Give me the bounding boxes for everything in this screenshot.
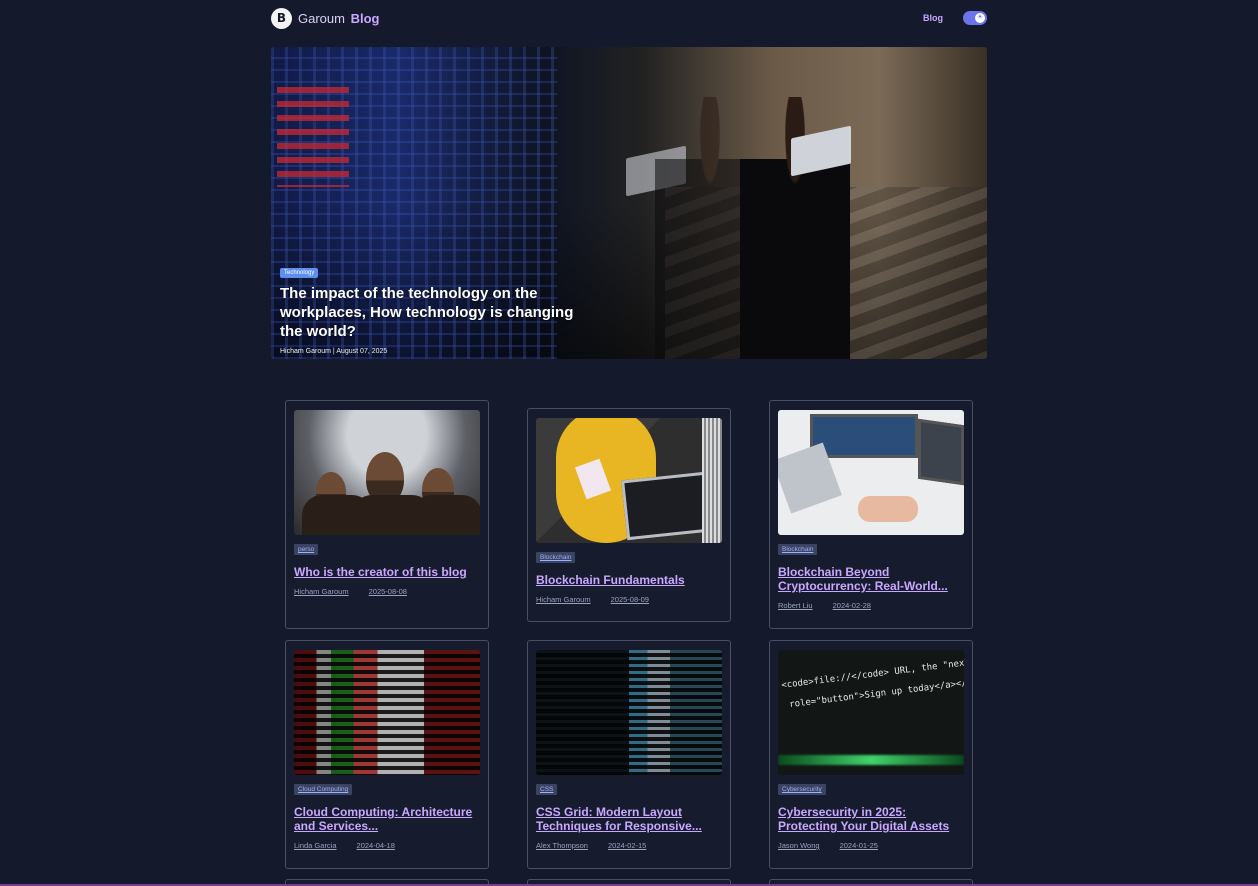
hero-separator: | <box>332 348 335 355</box>
featured-post[interactable]: Technology The impact of the technology … <box>271 47 987 359</box>
post-meta: Hicham Garoum 2025-08-09 <box>536 595 722 604</box>
brand-name-highlight: Blog <box>350 10 380 26</box>
thumb-code-text: <code>file://</code> URL, the "next" rol… <box>780 657 964 711</box>
brand-name: Garoum Blog <box>298 11 379 26</box>
hero-meta: Hicham Garoum | August 07, 2025 <box>280 348 580 355</box>
hero-image-detail <box>277 87 349 187</box>
post-title[interactable]: Cloud Computing: Architecture and Servic… <box>294 805 480 833</box>
thumb-glow <box>778 755 964 765</box>
hero-category-tag[interactable]: Technology <box>280 268 319 278</box>
post-date[interactable]: 2024-02-15 <box>608 841 646 850</box>
post-meta: Hicham Garoum 2025-08-08 <box>294 587 480 596</box>
theme-toggle[interactable]: ☀ <box>963 11 987 25</box>
post-title[interactable]: Blockchain Beyond Cryptocurrency: Real-W… <box>778 565 964 593</box>
post-card[interactable]: <code>file://</code> URL, the "next" rol… <box>769 640 973 869</box>
post-meta: Alex Thompson 2024-02-15 <box>536 841 722 850</box>
post-meta: Robert Liu 2024-02-28 <box>778 601 964 610</box>
thumb-monitor <box>918 418 964 486</box>
thumb-laptop <box>621 471 711 541</box>
post-date[interactable]: 2024-04-18 <box>357 841 395 850</box>
post-title[interactable]: Who is the creator of this blog <box>294 565 480 579</box>
post-date[interactable]: 2024-01-25 <box>840 841 878 850</box>
brand-name-text: Garoum <box>298 10 345 26</box>
site-header: B Garoum Blog Blog ☀ <box>271 6 987 30</box>
post-category-tag[interactable]: perso <box>294 544 319 555</box>
post-category-tag[interactable]: Blockchain <box>536 552 576 563</box>
post-title[interactable]: Cybersecurity in 2025: Protecting Your D… <box>778 805 964 833</box>
post-date[interactable]: 2024-02-28 <box>833 601 871 610</box>
post-author[interactable]: Jason Wong <box>778 841 820 850</box>
nav-blog-link[interactable]: Blog <box>923 13 943 23</box>
post-author[interactable]: Robert Liu <box>778 601 813 610</box>
post-category-tag[interactable]: Cybersecurity <box>778 784 826 795</box>
post-meta: Jason Wong 2024-01-25 <box>778 841 964 850</box>
post-meta: Linda Garcia 2024-04-18 <box>294 841 480 850</box>
nav-right: Blog ☀ <box>923 11 987 25</box>
thumb-code-lines <box>536 650 722 775</box>
hero-date: August 07, 2025 <box>336 348 388 355</box>
post-card[interactable]: Blockchain Blockchain Fundamentals Hicha… <box>527 408 731 622</box>
sun-icon: ☀ <box>975 13 985 23</box>
post-card[interactable]: perso Who is the creator of this blog Hi… <box>285 400 489 629</box>
thumb-code-lines <box>294 650 480 775</box>
brand-link[interactable]: B Garoum Blog <box>271 7 379 29</box>
post-card[interactable]: CSS CSS Grid: Modern Layout Techniques f… <box>527 640 731 869</box>
thumb-blinds <box>702 418 722 543</box>
post-author[interactable]: Alex Thompson <box>536 841 588 850</box>
post-thumbnail[interactable] <box>778 410 964 535</box>
logo-icon: B <box>271 7 292 29</box>
post-category-tag[interactable]: CSS <box>536 784 558 795</box>
post-thumbnail[interactable]: <code>file://</code> URL, the "next" rol… <box>778 650 964 775</box>
post-thumbnail[interactable] <box>536 418 722 543</box>
thumb-hands <box>858 496 918 522</box>
post-date[interactable]: 2025-08-09 <box>611 595 649 604</box>
hero-author: Hicham Garoum <box>280 348 331 355</box>
hero-title[interactable]: The impact of the technology on the work… <box>280 284 580 341</box>
hero-content: Technology The impact of the technology … <box>280 261 580 355</box>
post-thumbnail[interactable] <box>294 650 480 775</box>
post-title[interactable]: Blockchain Fundamentals <box>536 573 722 587</box>
post-category-tag[interactable]: Cloud Computing <box>294 784 353 795</box>
post-thumbnail[interactable] <box>294 410 480 535</box>
post-category-tag[interactable]: Blockchain <box>778 544 818 555</box>
post-card[interactable]: Cloud Computing Cloud Computing: Archite… <box>285 640 489 869</box>
post-title[interactable]: CSS Grid: Modern Layout Techniques for R… <box>536 805 722 833</box>
thumb-figure-body <box>412 495 480 535</box>
post-author[interactable]: Linda Garcia <box>294 841 337 850</box>
post-card[interactable]: Blockchain Blockchain Beyond Cryptocurre… <box>769 400 973 629</box>
post-author[interactable]: Hicham Garoum <box>536 595 591 604</box>
post-author[interactable]: Hicham Garoum <box>294 587 349 596</box>
post-thumbnail[interactable] <box>536 650 722 775</box>
post-date[interactable]: 2025-08-08 <box>369 587 407 596</box>
